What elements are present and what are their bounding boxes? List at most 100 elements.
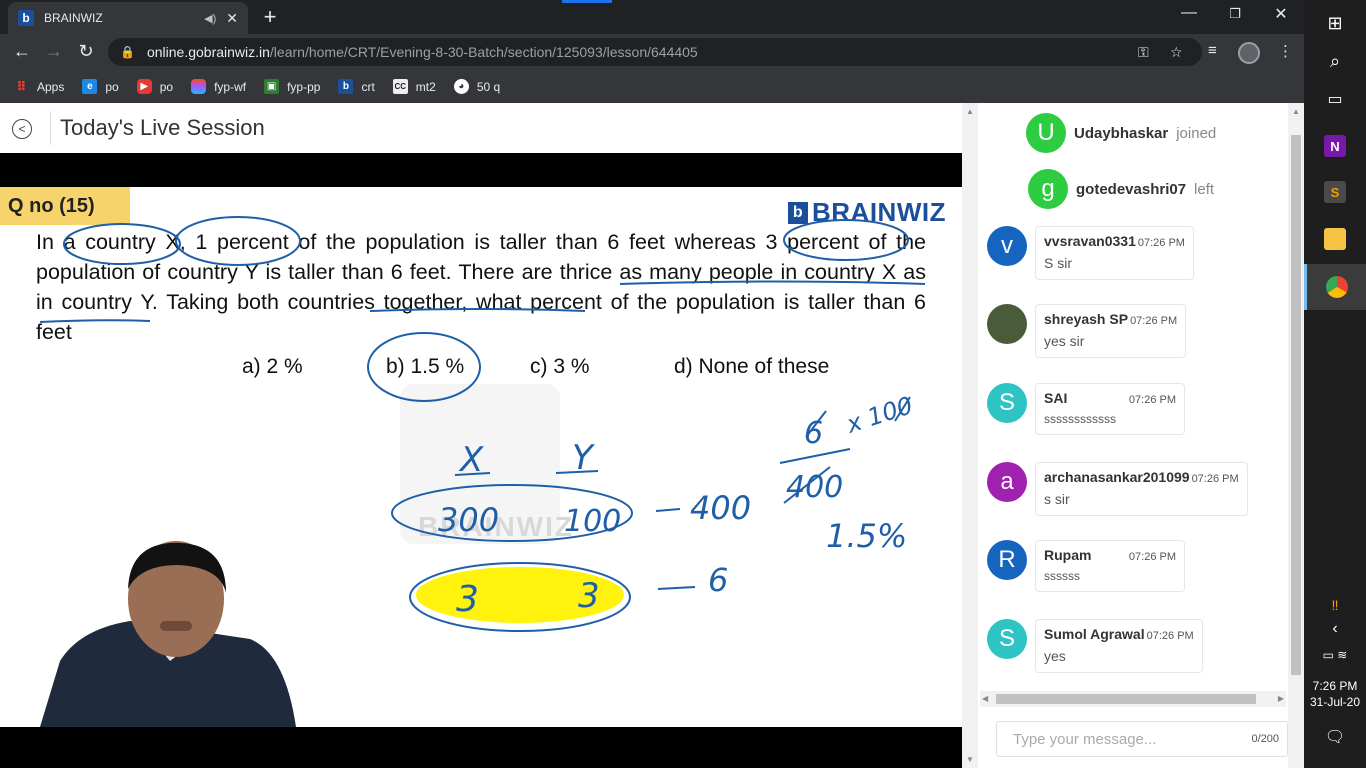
avatar: U xyxy=(1026,113,1066,153)
header-divider xyxy=(50,111,51,145)
scrollbar-thumb[interactable] xyxy=(996,694,1256,704)
file-explorer-icon[interactable] xyxy=(1304,216,1366,262)
ink-result: 1.5% xyxy=(826,517,907,555)
chat-message: R Rupam 07:26 PM ssssss xyxy=(987,540,1185,592)
back-arrow-icon[interactable]: ← xyxy=(10,41,34,62)
avatar: g xyxy=(1028,169,1068,209)
bookmark-label: Apps xyxy=(37,79,65,94)
ink-x-label: X xyxy=(458,440,484,480)
task-view-icon[interactable]: ▭ xyxy=(1304,76,1366,122)
url-host: online.gobrainwiz.in xyxy=(146,44,270,60)
sender-name: SAI xyxy=(1044,390,1068,406)
chat-message-input[interactable] xyxy=(1013,730,1252,748)
bookmark-fyp-wf[interactable]: fyp-wf xyxy=(191,79,246,94)
message-bubble: vvsravan0331 07:26 PM S sir xyxy=(1035,226,1194,280)
bookmark-label: crt xyxy=(361,79,375,94)
apps-grid-icon: ⠿ xyxy=(16,78,27,94)
scrollbar-thumb[interactable] xyxy=(1291,135,1301,675)
presenter-webcam xyxy=(40,541,296,727)
ink-total-tall: 6 xyxy=(708,561,728,599)
live-video-player[interactable]: BRAINWIZ Q no (15) b BRAINWIZ In a count… xyxy=(0,153,962,768)
avatar: S xyxy=(987,619,1027,659)
ink-times-100: x 100 xyxy=(842,391,916,439)
back-circle-icon[interactable]: < xyxy=(12,119,32,139)
char-counter: 0/200 xyxy=(1251,733,1279,745)
brainwiz-favicon-icon: b xyxy=(18,10,34,26)
url-path: /learn/home/CRT/Evening-8-30-Batch/secti… xyxy=(269,44,698,60)
lecture-slide: BRAINWIZ Q no (15) b BRAINWIZ In a count… xyxy=(0,187,962,727)
scroll-up-arrow-icon[interactable]: ▲ xyxy=(966,107,974,116)
bookmark-po-ie[interactable]: e po xyxy=(82,79,119,94)
bookmark-label: po xyxy=(105,79,119,94)
page-vertical-scrollbar[interactable]: ▲ xyxy=(1288,103,1304,768)
chrome-icon[interactable] xyxy=(1304,264,1366,310)
battery-wifi-icon[interactable]: ▭ ≋ xyxy=(1304,632,1366,678)
close-tab-icon[interactable]: ✕ xyxy=(226,10,238,27)
session-title: Today's Live Session xyxy=(60,115,265,140)
bookmark-apps[interactable]: ⠿ Apps xyxy=(14,79,64,94)
clock-time: 7:26 PM xyxy=(1312,679,1358,693)
message-bubble: shreyash SP 07:26 PM yes sir xyxy=(1035,304,1187,358)
chat-left-scrollbar[interactable]: ▲ ▼ xyxy=(962,103,978,768)
chat-message: v vvsravan0331 07:26 PM S sir xyxy=(987,226,1194,280)
key-icon[interactable]: ⚿ xyxy=(1138,38,1149,66)
sender-name: shreyash SP xyxy=(1044,311,1129,327)
message-bubble: Rupam 07:26 PM ssssss xyxy=(1035,540,1185,592)
profile-avatar[interactable] xyxy=(1238,42,1260,64)
chat-input-box[interactable]: 0/200 xyxy=(996,721,1288,757)
ink-underline-taking-both xyxy=(369,308,586,312)
bookmark-po-youtube[interactable]: ▶ po xyxy=(136,79,173,94)
speaker-icon[interactable]: ◀) xyxy=(204,12,216,25)
event-user-name: gotedevashri07 xyxy=(1076,180,1187,198)
bookmark-label: 50 q xyxy=(476,79,501,94)
scroll-left-arrow-icon[interactable]: ◀ xyxy=(982,694,988,703)
chat-horizontal-scrollbar[interactable]: ◀ ▶ xyxy=(980,691,1286,707)
sender-name: Rupam xyxy=(1044,547,1092,563)
message-text: S sir xyxy=(1044,255,1072,271)
ink-circle-country-x xyxy=(63,223,181,265)
ink-x-tall: 3 xyxy=(456,579,479,620)
menu-dots-icon[interactable]: ⋮ xyxy=(1278,42,1293,60)
figma-icon xyxy=(191,79,207,94)
bookmark-mt2[interactable]: CC mt2 xyxy=(392,79,436,94)
reload-icon[interactable]: ↻ xyxy=(74,41,98,62)
sublime-icon[interactable]: S xyxy=(1304,169,1366,215)
message-bubble: SAI 07:26 PM ssssssssssss xyxy=(1035,383,1185,435)
bookmark-fyp-pp[interactable]: ▣ fyp-pp xyxy=(264,79,320,94)
chat-event-joined: U Udaybhaskar joined xyxy=(1026,113,1216,153)
bookmark-crt[interactable]: b crt xyxy=(338,79,375,94)
bookmark-label: fyp-pp xyxy=(287,79,321,94)
ink-circle-option-b xyxy=(367,332,481,402)
window-close-icon[interactable]: ✕ xyxy=(1258,4,1304,24)
new-tab-button[interactable]: + xyxy=(258,4,282,30)
browser-tab[interactable]: b BRAINWIZ ◀) ✕ xyxy=(8,2,248,34)
event-user-name: Udaybhaskar xyxy=(1074,124,1169,142)
sender-name: Sumol Agrawal xyxy=(1044,626,1145,642)
avatar: S xyxy=(987,383,1027,423)
scroll-down-arrow-icon[interactable]: ▼ xyxy=(966,755,974,764)
sender-name: archanasankar201099 xyxy=(1044,469,1190,485)
image-icon: ▣ xyxy=(264,79,280,94)
browser-toolbar: ← → ↻ 🔒 online.gobrainwiz.in /learn/home… xyxy=(0,34,1304,70)
brainwiz-icon: b xyxy=(338,79,354,94)
bookmark-50q[interactable]: ◕ 50 q xyxy=(453,79,501,94)
address-bar[interactable]: 🔒 online.gobrainwiz.in /learn/home/CRT/E… xyxy=(108,38,1202,66)
ink-frac-den: 400 xyxy=(786,470,843,505)
session-header: < Today's Live Session xyxy=(0,103,962,153)
scroll-up-arrow-icon[interactable]: ▲ xyxy=(1292,107,1300,116)
onenote-icon[interactable]: N xyxy=(1304,123,1366,169)
restore-icon[interactable]: ❐ xyxy=(1212,6,1258,22)
avatar: a xyxy=(987,462,1027,502)
bookmarks-bar: ⠿ Apps e po ▶ po fyp-wf ▣ fyp-pp b crt C… xyxy=(0,70,1304,103)
action-center-icon[interactable]: 🗨 xyxy=(1304,714,1366,760)
system-clock[interactable]: 7:26 PM 31-Jul-20 xyxy=(1304,678,1366,710)
message-text: ssssssssssss xyxy=(1044,412,1116,426)
message-text: ssssss xyxy=(1044,569,1080,583)
ink-dash-6 xyxy=(657,586,696,590)
minimize-icon[interactable]: — xyxy=(1166,4,1212,22)
media-queue-icon[interactable]: ≡ xyxy=(1208,42,1217,59)
star-icon[interactable]: ☆ xyxy=(1170,38,1183,66)
forward-arrow-icon[interactable]: → xyxy=(42,41,66,62)
lock-icon: 🔒 xyxy=(120,45,135,59)
scroll-right-arrow-icon[interactable]: ▶ xyxy=(1278,694,1284,703)
